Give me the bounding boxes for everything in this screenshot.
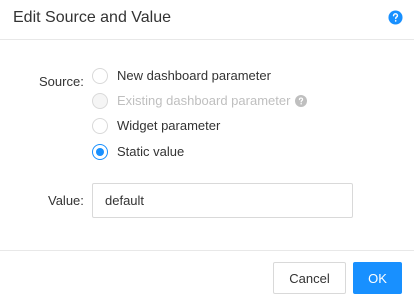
radio-widget-parameter[interactable]: Widget parameter	[92, 117, 220, 135]
dialog-footer: Cancel OK	[0, 250, 414, 303]
question-circle-icon[interactable]	[388, 10, 403, 25]
radio-new-dashboard-parameter[interactable]: New dashboard parameter	[92, 67, 271, 85]
edit-source-dialog: Edit Source and Value Source: New dashbo…	[0, 0, 414, 303]
radio-existing-dashboard-parameter: Existing dashboard parameter	[92, 92, 308, 110]
value-label: Value:	[48, 193, 84, 208]
source-label: Source:	[39, 74, 84, 89]
radio-label: Static value	[117, 144, 185, 159]
question-circle-icon[interactable]	[295, 95, 308, 107]
value-input[interactable]	[92, 183, 353, 218]
radio-label: New dashboard parameter	[117, 68, 271, 83]
radio-button[interactable]	[92, 68, 108, 84]
radio-button	[92, 93, 108, 109]
radio-label: Existing dashboard parameter	[117, 93, 291, 108]
dialog-title: Edit Source and Value	[13, 9, 172, 26]
ok-button[interactable]: OK	[353, 262, 402, 294]
radio-static-value[interactable]: Static value	[92, 143, 184, 161]
cancel-button[interactable]: Cancel	[273, 262, 346, 294]
radio-button[interactable]	[92, 118, 108, 134]
radio-button[interactable]	[92, 144, 108, 160]
radio-label: Widget parameter	[117, 118, 221, 133]
dialog-header: Edit Source and Value	[0, 0, 414, 40]
